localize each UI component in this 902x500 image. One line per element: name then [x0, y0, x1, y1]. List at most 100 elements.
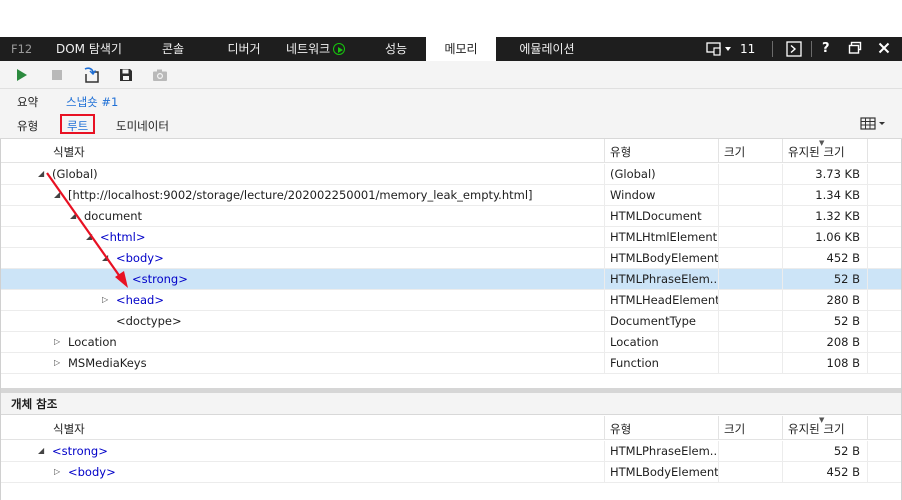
retained-size-cell: 452 B — [826, 251, 861, 265]
cell-divider — [718, 227, 719, 248]
help-button[interactable]: ? — [822, 41, 830, 57]
table-row[interactable]: ▷ <body> HTMLBodyElement 452 B — [0, 462, 902, 483]
table-row[interactable]: ◢ <strong> HTMLPhraseElem... 52 B — [0, 441, 902, 462]
retained-size-cell: 108 B — [826, 356, 861, 370]
view-tab-dominators[interactable]: 도미네이터 — [116, 118, 169, 134]
retained-size-cell: 1.34 KB — [815, 188, 860, 202]
console-prompt-icon — [786, 41, 802, 57]
tab-debugger[interactable]: 디버거 — [217, 37, 271, 61]
table-row[interactable]: ◢ [http://localhost:9002/storage/lecture/… — [0, 185, 902, 206]
table-row[interactable]: ◢ document HTMLDocument 1.32 KB — [0, 206, 902, 227]
f12-label: F12 — [11, 42, 33, 56]
column-type[interactable]: 유형 — [610, 144, 631, 160]
cell-divider — [718, 441, 719, 462]
retained-size-cell: 280 B — [826, 293, 861, 307]
expanded-triangle-icon[interactable]: ◢ — [102, 253, 108, 262]
undock-button[interactable] — [848, 41, 862, 60]
identifier-cell: Location — [68, 335, 117, 349]
column-retained-size[interactable]: 유지된 크기 — [788, 144, 845, 160]
object-references-header: 개체 참조 — [0, 393, 902, 415]
start-profiling-button[interactable] — [13, 66, 31, 84]
view-tab-roots[interactable]: 루트 — [67, 118, 88, 134]
cell-divider — [604, 311, 605, 332]
left-edge — [0, 139, 1, 500]
expanded-triangle-icon[interactable]: ◢ — [54, 190, 60, 199]
snapshot-breadcrumb-bar: 요약 스냅숏 #1 유형 루트 도미네이터 — [0, 89, 902, 139]
cell-divider — [782, 269, 783, 290]
tab-dom-explorer[interactable]: DOM 탐색기 — [49, 37, 129, 61]
snapshot-link[interactable]: 스냅숏 #1 — [66, 94, 118, 110]
take-snapshot-button[interactable] — [151, 66, 169, 84]
cell-divider — [867, 332, 868, 353]
table-row[interactable]: <strong> HTMLPhraseElem... 52 B — [0, 269, 902, 290]
cell-divider — [782, 462, 783, 483]
identifier-cell: <head> — [116, 293, 164, 307]
retained-size-cell: 52 B — [833, 444, 860, 458]
collapsed-triangle-icon[interactable]: ▷ — [54, 337, 60, 346]
table-row[interactable]: <doctype> DocumentType 52 B — [0, 311, 902, 332]
retained-size-cell: 1.06 KB — [815, 230, 860, 244]
tab-memory[interactable]: 메모리 — [426, 37, 496, 61]
cell-divider — [782, 290, 783, 311]
identifier-cell: <html> — [100, 230, 146, 244]
tab-performance[interactable]: 성능 — [374, 37, 418, 61]
column-size[interactable]: 크기 — [724, 144, 745, 160]
cell-divider — [782, 311, 783, 332]
expanded-triangle-icon[interactable]: ◢ — [38, 446, 44, 455]
cell-divider — [718, 248, 719, 269]
tab-network[interactable]: 네트워크 — [286, 37, 368, 61]
grid-settings-icon — [860, 117, 885, 130]
collapsed-triangle-icon[interactable]: ▷ — [54, 467, 60, 476]
type-cell: DocumentType — [610, 314, 696, 328]
table-row[interactable]: ◢ (Global) (Global) 3.73 KB — [0, 164, 902, 185]
close-devtools-button[interactable] — [878, 41, 890, 60]
table-row[interactable]: ▷ MSMediaKeys Function 108 B — [0, 353, 902, 374]
view-settings-button[interactable] — [860, 116, 888, 135]
console-button[interactable] — [786, 41, 802, 62]
window-top-blank — [0, 0, 902, 37]
table-row[interactable]: ▷ <head> HTMLHeadElement 280 B — [0, 290, 902, 311]
table-row[interactable]: ◢ <body> HTMLBodyElement 452 B — [0, 248, 902, 269]
retained-size-cell: 3.73 KB — [815, 167, 860, 181]
memory-toolbar — [0, 61, 902, 89]
type-cell: Location — [610, 335, 659, 349]
table-row[interactable]: ▷ Location Location 208 B — [0, 332, 902, 353]
network-recording-icon — [333, 43, 346, 55]
collapsed-triangle-icon[interactable]: ▷ — [54, 358, 60, 367]
import-button[interactable] — [83, 66, 101, 84]
collapsed-triangle-icon[interactable]: ▷ — [102, 295, 108, 304]
column-retained-size[interactable]: 유지된 크기 — [788, 421, 845, 437]
column-identifier[interactable]: 식별자 — [53, 421, 85, 437]
expanded-triangle-icon[interactable]: ◢ — [86, 232, 92, 241]
cell-divider — [604, 185, 605, 206]
stop-profiling-button[interactable] — [48, 66, 66, 84]
cell-divider — [718, 206, 719, 227]
cell-divider — [867, 227, 868, 248]
column-divider — [867, 139, 868, 163]
type-cell: HTMLBodyElement — [610, 465, 718, 479]
object-references-title: 개체 참조 — [11, 397, 58, 411]
table-row[interactable]: ◢ <html> HTMLHtmlElement 1.06 KB — [0, 227, 902, 248]
close-icon — [878, 42, 890, 54]
identifier-cell: <body> — [116, 251, 164, 265]
type-cell: HTMLPhraseElem... — [610, 444, 718, 458]
column-identifier[interactable]: 식별자 — [53, 144, 85, 160]
cell-divider — [718, 462, 719, 483]
tab-console[interactable]: 콘솔 — [150, 37, 196, 61]
view-tab-types[interactable]: 유형 — [17, 118, 38, 134]
expanded-triangle-icon[interactable]: ◢ — [38, 169, 44, 178]
column-type[interactable]: 유형 — [610, 421, 631, 437]
tab-emulation[interactable]: 에뮬레이션 — [506, 37, 588, 61]
cell-divider — [867, 353, 868, 374]
type-cell: Function — [610, 356, 659, 370]
type-cell: HTMLDocument — [610, 209, 702, 223]
sort-descending-icon: ▼ — [819, 139, 825, 147]
cell-divider — [867, 462, 868, 483]
summary-link[interactable]: 요약 — [17, 94, 38, 110]
cell-divider — [718, 332, 719, 353]
retained-size-cell: 1.32 KB — [815, 209, 860, 223]
save-button[interactable] — [117, 66, 135, 84]
cell-divider — [782, 353, 783, 374]
expanded-triangle-icon[interactable]: ◢ — [70, 211, 76, 220]
column-size[interactable]: 크기 — [724, 421, 745, 437]
